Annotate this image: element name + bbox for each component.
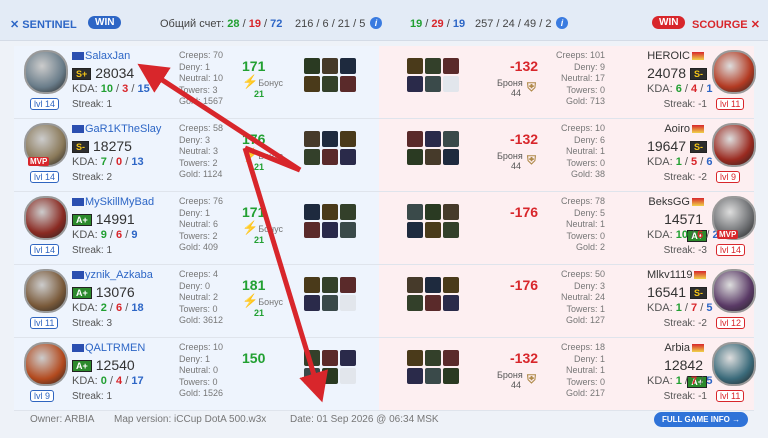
- annotation-arrows: [137, 63, 328, 403]
- arrow-to-rating: [137, 63, 302, 173]
- arrow-to-date: [242, 147, 328, 403]
